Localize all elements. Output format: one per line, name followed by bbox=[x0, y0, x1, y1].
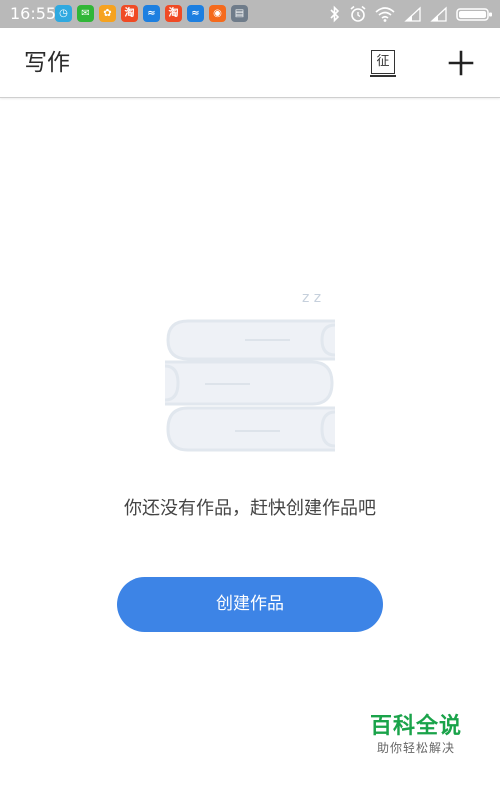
shopping-app-icon: ◉ bbox=[209, 5, 226, 22]
clock-app-icon: ◷ bbox=[55, 5, 72, 22]
page-title: 写作 bbox=[24, 50, 70, 76]
create-work-button[interactable]: 创建作品 bbox=[117, 577, 383, 632]
status-time: 16:55 bbox=[10, 4, 57, 23]
contest-button[interactable]: 征 bbox=[370, 50, 396, 77]
alarm-icon bbox=[350, 5, 366, 22]
app-header: 写作 征 bbox=[0, 28, 500, 98]
contest-icon: 征 bbox=[370, 50, 396, 77]
book-middle bbox=[164, 360, 334, 406]
watermark: 百科全说 助你轻松解决 bbox=[354, 714, 478, 756]
add-button[interactable] bbox=[446, 48, 476, 78]
alipay-icon: ≈ bbox=[187, 5, 204, 22]
signal-icon bbox=[430, 6, 447, 22]
wechat-icon: ✉ bbox=[77, 5, 94, 22]
wifi-icon bbox=[375, 7, 395, 22]
sleep-zz-text: z z bbox=[302, 290, 321, 306]
book-top bbox=[166, 319, 336, 361]
watermark-subtitle: 助你轻松解决 bbox=[376, 741, 455, 755]
system-icons bbox=[328, 4, 494, 24]
taobao-icon: 淘 bbox=[121, 5, 138, 22]
empty-books-illustration: z z bbox=[164, 290, 336, 452]
alipay-icon: ≈ bbox=[143, 5, 160, 22]
wallet-app-icon: ✿ bbox=[99, 5, 116, 22]
watermark-title: 百科全说 bbox=[369, 714, 462, 739]
bluetooth-icon bbox=[330, 5, 340, 23]
battery-icon bbox=[456, 8, 492, 21]
status-bar: 16:55 ◷ ✉ ✿ 淘 ≈ 淘 ≈ ◉ ▤ bbox=[0, 0, 500, 28]
plus-icon bbox=[448, 50, 474, 76]
calculator-icon: ▤ bbox=[231, 5, 248, 22]
taobao-icon: 淘 bbox=[165, 5, 182, 22]
signal-icon bbox=[404, 6, 421, 22]
empty-message: 你还没有作品，赶快创建作品吧 bbox=[124, 498, 376, 519]
book-bottom bbox=[166, 406, 336, 452]
